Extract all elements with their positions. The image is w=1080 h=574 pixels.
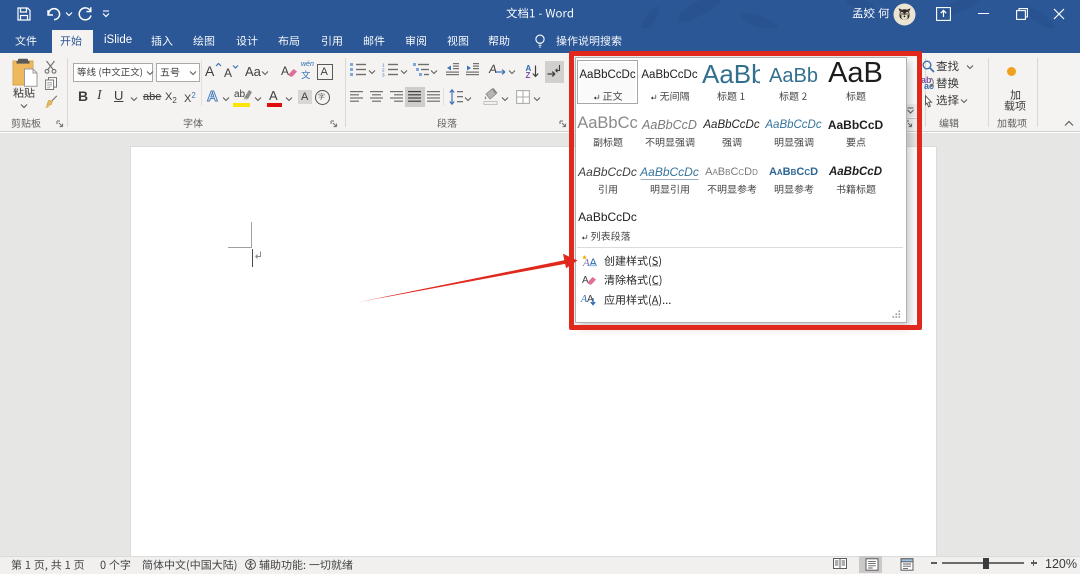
svg-text:3: 3: [382, 72, 385, 77]
